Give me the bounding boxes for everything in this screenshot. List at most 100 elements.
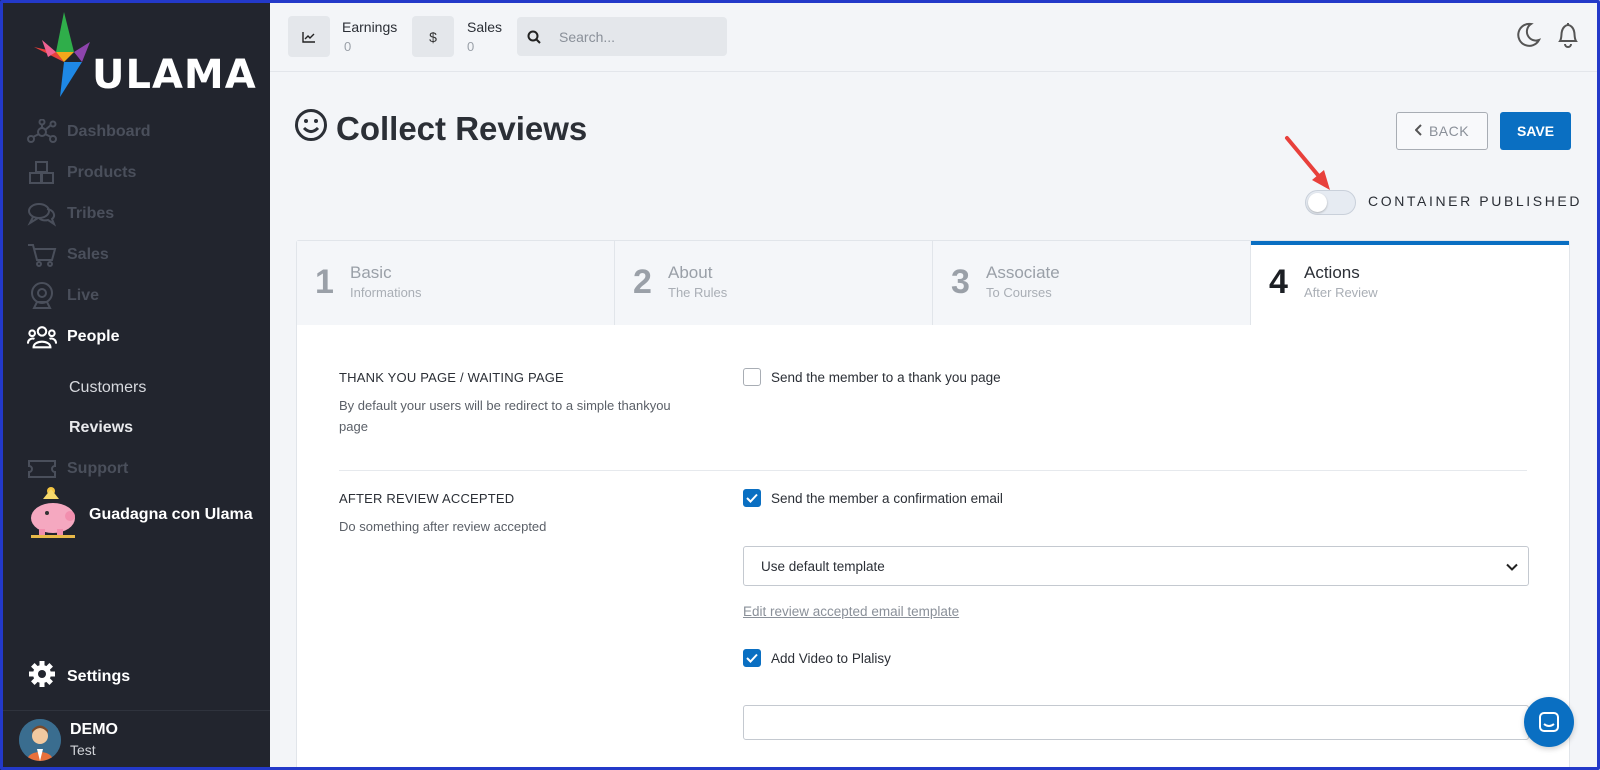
boxes-icon [27,158,57,188]
sidebar-subitem-customers[interactable]: Customers [69,379,146,397]
page-title-text: Collect Reviews [336,110,588,147]
sidebar: ULAMA Dashboard Products Tribes Sales Li… [0,0,270,770]
desc-line: page [339,419,368,434]
chat-support-button[interactable] [1524,697,1574,747]
sidebar-item-label: Sales [67,246,109,263]
chevron-down-icon [1506,559,1518,574]
container-published-toggle[interactable] [1305,190,1356,215]
step-subtitle: The Rules [668,285,728,300]
back-label: BACK [1428,123,1470,139]
sidebar-item-label: Support [67,460,129,477]
step-number: 1 [315,263,334,301]
select-value: Use default template [761,558,885,574]
chat-bubbles-icon [27,199,57,229]
wizard-steps: 1 Basic Informations 2 About The Rules 3… [297,241,1569,325]
moon-icon[interactable] [1513,20,1543,50]
after-review-section-desc: Do something after review accepted [339,519,547,534]
sales-label: Sales [467,19,503,35]
chat-icon [1539,712,1559,732]
ticket-icon [27,454,57,484]
step-actions[interactable]: 4 Actions After Review [1251,241,1569,325]
webcam-icon [27,281,57,311]
user-profile[interactable]: DEMO Test [0,710,270,770]
step-number: 2 [633,263,652,301]
add-video-checkbox-row[interactable]: Add Video to Plalisy [743,649,891,667]
confirmation-email-checkbox[interactable] [743,489,761,507]
step-subtitle: Informations [350,285,422,300]
sidebar-item-people[interactable]: People [27,320,119,354]
sales-value: 0 [467,39,475,54]
checkbox-label: Add Video to Plalisy [771,650,891,666]
smiley-icon [294,108,328,150]
sidebar-item-label: Products [67,164,137,181]
step-title: Basic [350,263,392,282]
earnings-label: Earnings [342,19,398,35]
checkbox-label: Send the member a confirmation email [771,490,1003,506]
container-published-label: CONTAINER PUBLISHED [1368,193,1583,209]
promo-referral[interactable]: Guadagna con Ulama [27,485,253,544]
section-divider [339,470,1527,471]
desc-line: By default your users will be redirect t… [339,398,671,413]
edit-email-template-link[interactable]: Edit review accepted email template [743,604,959,619]
after-review-section-title: AFTER REVIEW ACCEPTED [339,491,515,506]
piggy-bank-icon [27,485,79,544]
thank-you-section-title: THANK YOU PAGE / WAITING PAGE [339,370,564,385]
sidebar-subitem-reviews[interactable]: Reviews [69,419,133,437]
step-associate[interactable]: 3 Associate To Courses [933,241,1251,325]
check-icon [746,493,758,503]
step-title: Associate [986,263,1060,282]
checkbox-label: Send the member to a thank you page [771,369,1001,385]
promo-label: Guadagna con Ulama [89,505,253,523]
annotation-arrow-icon [1285,136,1330,190]
brand-logo[interactable]: ULAMA [34,12,256,102]
step-basic[interactable]: 1 Basic Informations [297,241,615,325]
add-video-checkbox[interactable] [743,649,761,667]
chevron-left-icon [1414,123,1423,139]
chart-trend-icon [288,16,330,57]
sidebar-item-label: Dashboard [67,123,151,140]
sidebar-item-label: Tribes [67,205,115,222]
user-subtitle: Test [70,742,96,758]
thank-you-page-checkbox[interactable] [743,368,761,386]
step-subtitle: To Courses [986,285,1052,300]
avatar [19,719,61,761]
step-subtitle: After Review [1304,285,1378,300]
sidebar-item-sales[interactable]: Sales [27,238,109,272]
dollar-icon: $ [412,16,454,57]
earnings-value: 0 [344,39,352,54]
sidebar-item-label: People [67,328,120,345]
confirmation-email-checkbox-row[interactable]: Send the member a confirmation email [743,489,1003,507]
settings-label: Settings [67,667,131,685]
sidebar-item-label: Live [67,287,100,304]
step-title: Actions [1304,263,1360,282]
search-bar [517,17,727,56]
search-icon [517,30,551,44]
sidebar-item-products[interactable]: Products [27,156,136,190]
back-button[interactable]: BACK [1396,112,1488,150]
step-title: About [668,263,713,282]
video-playlist-input[interactable] [743,705,1529,740]
sidebar-item-settings[interactable]: Settings [27,659,130,694]
hub-icon [27,117,57,147]
step-number: 3 [951,263,970,301]
toggle-knob [1308,193,1327,212]
email-template-select[interactable]: Use default template [743,546,1529,586]
sidebar-item-tribes[interactable]: Tribes [27,197,114,231]
users-icon [27,322,57,352]
step-about[interactable]: 2 About The Rules [615,241,933,325]
brand-name: ULAMA [92,52,257,98]
thank-you-page-checkbox-row[interactable]: Send the member to a thank you page [743,368,1001,386]
sidebar-item-support[interactable]: Support [27,452,128,486]
cart-icon [27,240,57,270]
step-number: 4 [1269,263,1288,301]
topbar: Earnings 0 $ Sales 0 [270,0,1600,72]
check-icon [746,653,758,663]
gear-icon [27,659,57,694]
user-name: DEMO [70,721,118,738]
sidebar-item-live[interactable]: Live [27,279,99,313]
sidebar-item-dashboard[interactable]: Dashboard [27,115,151,149]
search-input[interactable] [559,28,719,45]
save-button[interactable]: SAVE [1500,112,1571,150]
bell-icon[interactable] [1553,20,1583,50]
page-title: Collect Reviews [294,108,587,150]
